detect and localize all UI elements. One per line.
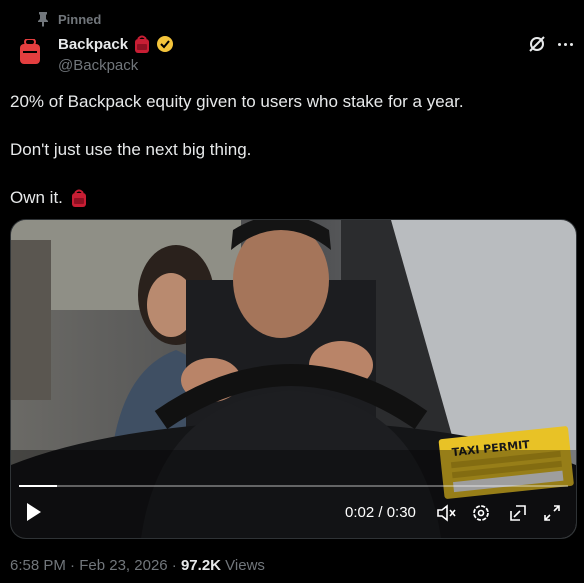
author-name[interactable]: Backpack [58, 36, 128, 53]
backpack-emoji-icon [135, 35, 150, 53]
video-progress-fill [19, 485, 58, 487]
view-count: 97.2K [180, 557, 221, 574]
video-time: 0:02 / 0:30 [345, 504, 416, 521]
footer-separator-1: · [65, 557, 80, 574]
pip-icon[interactable] [508, 503, 528, 523]
tweet-line-3-text: Own it. [10, 188, 63, 207]
tweet-line-3: Own it. [10, 186, 570, 210]
tweet-footer: 6:58 PM · Feb 23, 2026 · 97.2K Views [10, 557, 265, 574]
grok-icon[interactable] [527, 34, 547, 54]
pin-icon [38, 12, 48, 27]
pinned-indicator: Pinned [36, 11, 101, 27]
more-icon[interactable] [555, 35, 575, 53]
pinned-label: Pinned [58, 11, 102, 27]
settings-icon[interactable] [471, 503, 491, 523]
fullscreen-icon[interactable] [542, 503, 562, 523]
tweet-line-2: Don't just use the next big thing. [10, 140, 252, 159]
footer-separator-2: · [167, 557, 181, 574]
post-time[interactable]: 6:58 PM [10, 557, 66, 574]
views-label: Views [225, 557, 265, 574]
tweet-line-1: 20% of Backpack equity given to users wh… [10, 92, 464, 111]
play-icon[interactable] [25, 502, 43, 522]
post-date[interactable]: Feb 23, 2026 [79, 557, 167, 574]
video-controls: 0:02 / 0:30 [11, 488, 576, 538]
tweet-text: 20% of Backpack equity given to users wh… [10, 90, 570, 234]
avatar[interactable] [10, 32, 50, 72]
video-progress-bar[interactable] [19, 485, 568, 487]
backpack-emoji-icon [71, 189, 86, 207]
verified-badge-icon[interactable] [156, 35, 174, 53]
video-player[interactable]: TAXI PERMIT 0:02 / 0:30 [10, 219, 577, 539]
mute-icon[interactable] [436, 503, 456, 523]
author-block: Backpack @Backpack [58, 34, 174, 74]
backpack-logo [20, 39, 40, 64]
author-handle[interactable]: @Backpack [58, 57, 174, 74]
